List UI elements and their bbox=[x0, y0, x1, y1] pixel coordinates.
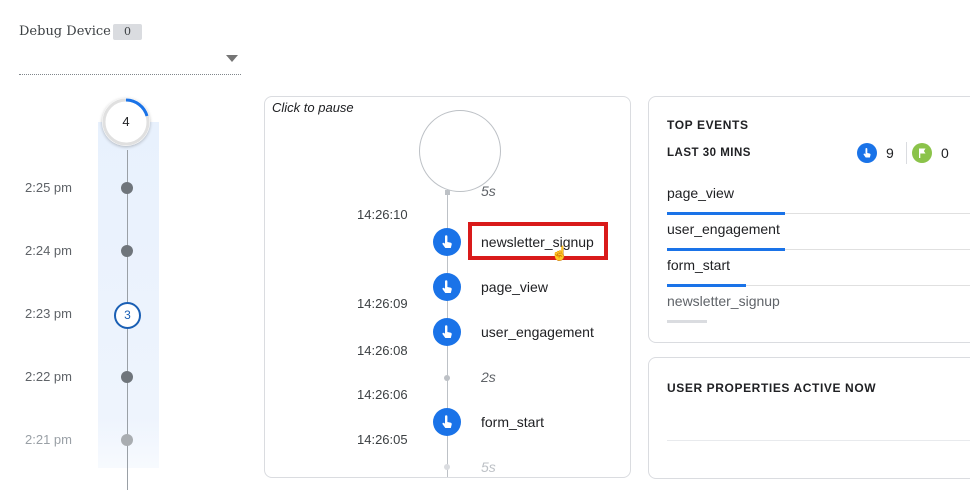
event-timestamp: 14:26:09 bbox=[357, 296, 408, 311]
top-event-name: form_start bbox=[667, 257, 731, 273]
minute-dot[interactable] bbox=[121, 434, 133, 446]
minute-time-label: 2:24 pm bbox=[25, 243, 72, 258]
event-count-stat[interactable]: 9 bbox=[857, 143, 894, 163]
top-event-bar bbox=[667, 320, 707, 323]
seconds-stream-card[interactable]: Click to pause 5s 14:26:10 newsletter_si… bbox=[264, 96, 631, 478]
minutes-total-value: 4 bbox=[122, 114, 130, 129]
event-timestamp: 14:26:06 bbox=[357, 387, 408, 402]
top-events-period: LAST 30 MINS bbox=[667, 147, 751, 159]
stream-top-circle bbox=[419, 110, 501, 192]
user-properties-title: USER PROPERTIES ACTIVE NOW bbox=[667, 381, 877, 395]
event-highlight-box bbox=[468, 222, 608, 260]
gap-label: 5s bbox=[481, 183, 496, 199]
minutes-total-counter[interactable]: 4 bbox=[102, 98, 150, 146]
gap-label: 5s bbox=[481, 459, 496, 475]
top-event-row[interactable]: newsletter_signup bbox=[667, 285, 970, 323]
flag-icon bbox=[912, 143, 932, 163]
top-event-name: page_view bbox=[667, 185, 734, 201]
minute-dot[interactable] bbox=[121, 245, 133, 257]
debug-device-select[interactable] bbox=[19, 52, 241, 75]
minute-time-label: 2:22 pm bbox=[25, 369, 72, 384]
event-name[interactable]: user_engagement bbox=[481, 324, 594, 340]
top-events-card: TOP EVENTS LAST 30 MINS 9 0 page_view us… bbox=[648, 96, 970, 343]
minute-time-label: 2:23 pm bbox=[25, 306, 72, 321]
touch-icon[interactable] bbox=[433, 273, 461, 301]
minute-dot[interactable] bbox=[121, 371, 133, 383]
gap-label: 2s bbox=[481, 369, 496, 385]
minute-event-count[interactable]: 3 bbox=[114, 302, 141, 329]
user-properties-divider bbox=[667, 440, 970, 441]
gap-marker bbox=[444, 375, 450, 381]
event-count: 9 bbox=[886, 145, 894, 161]
touch-icon bbox=[857, 143, 877, 163]
top-event-row[interactable]: user_engagement bbox=[667, 213, 970, 251]
minute-time-label: 2:21 pm bbox=[25, 432, 72, 447]
conversion-count-stat[interactable]: 0 bbox=[912, 143, 949, 163]
top-event-row[interactable]: form_start bbox=[667, 249, 970, 287]
gap-marker bbox=[445, 190, 450, 195]
top-event-name: newsletter_signup bbox=[667, 293, 780, 309]
event-timestamp: 14:26:08 bbox=[357, 343, 408, 358]
top-event-row[interactable]: page_view bbox=[667, 177, 970, 215]
top-events-title: TOP EVENTS bbox=[667, 118, 749, 132]
event-name[interactable]: form_start bbox=[481, 414, 544, 430]
event-timestamp: 14:26:05 bbox=[357, 432, 408, 447]
click-to-pause-label[interactable]: Click to pause bbox=[272, 100, 354, 115]
touch-icon[interactable] bbox=[433, 228, 461, 256]
conversion-count: 0 bbox=[941, 145, 949, 161]
minute-dot[interactable] bbox=[121, 182, 133, 194]
touch-icon[interactable] bbox=[433, 408, 461, 436]
event-timestamp: 14:26:10 bbox=[357, 207, 408, 222]
minutes-highlight-strip bbox=[98, 122, 159, 468]
hand-cursor-icon: ☝ bbox=[551, 245, 569, 261]
dropdown-arrow-icon[interactable] bbox=[226, 55, 238, 62]
event-name[interactable]: page_view bbox=[481, 279, 548, 295]
minute-time-label: 2:25 pm bbox=[25, 180, 72, 195]
touch-icon[interactable] bbox=[433, 318, 461, 346]
debug-device-count-badge: 0 bbox=[113, 24, 142, 40]
top-event-name: user_engagement bbox=[667, 221, 780, 237]
stat-divider bbox=[906, 142, 907, 164]
gap-marker bbox=[444, 464, 450, 470]
user-properties-card: USER PROPERTIES ACTIVE NOW bbox=[648, 357, 970, 479]
debug-device-label: Debug Device bbox=[19, 24, 111, 39]
